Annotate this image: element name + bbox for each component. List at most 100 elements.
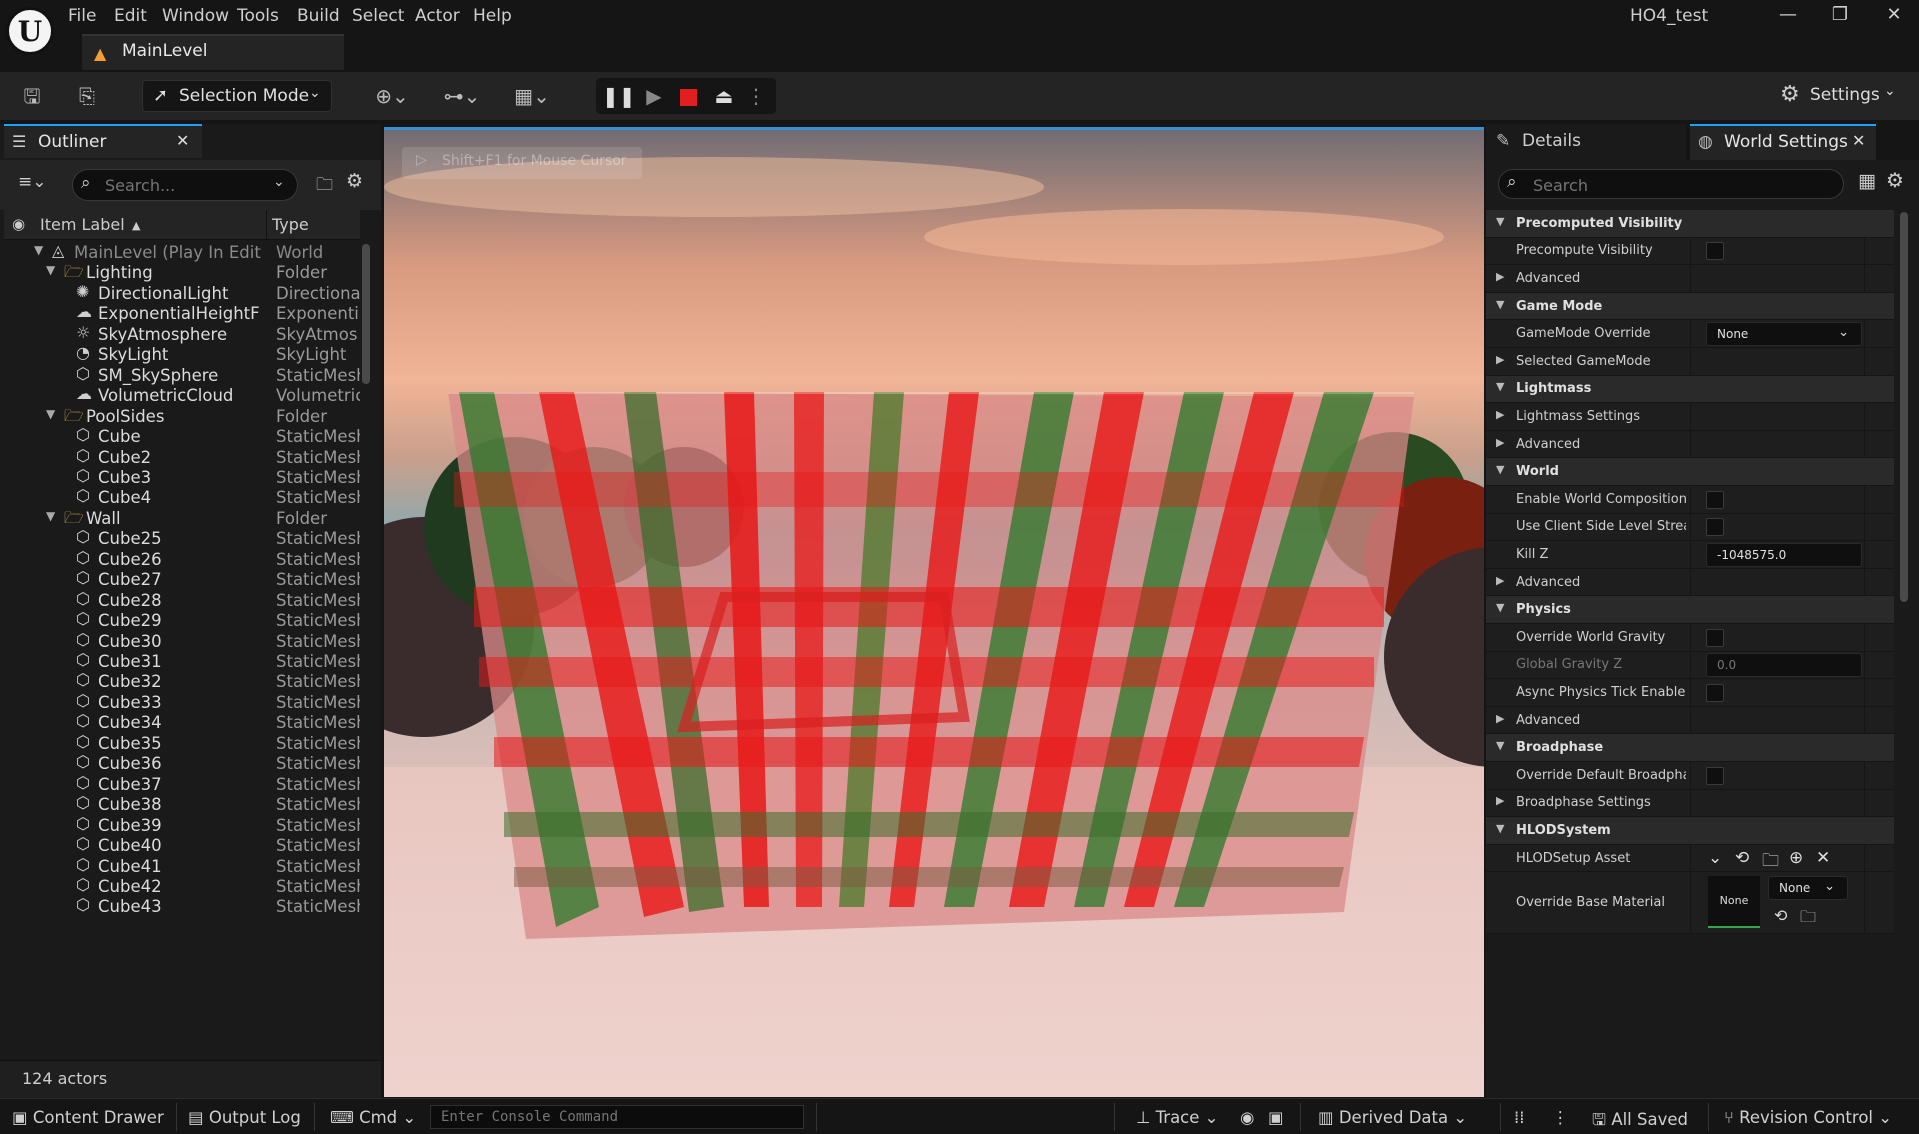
more-options-icon[interactable]: ⋮ xyxy=(740,82,772,110)
close-icon[interactable]: ✕ xyxy=(1852,131,1865,150)
tab-details[interactable]: ✎ Details xyxy=(1486,124,1686,160)
record-icon[interactable]: ◉ xyxy=(1240,1108,1254,1127)
material-dropdown[interactable]: None ⌄ xyxy=(1768,876,1848,901)
outliner-tab[interactable]: ☰ Outliner ✕ xyxy=(4,124,202,158)
sub-category-row[interactable]: ▶ Advanced xyxy=(1486,265,1894,293)
menu-build[interactable]: Build xyxy=(297,4,340,28)
category-header[interactable]: ▼ Lightmass xyxy=(1486,375,1894,404)
browse-content-icon[interactable]: ⎘ xyxy=(72,82,102,110)
sub-category-row[interactable]: ▶ Broadphase Settings xyxy=(1486,789,1894,818)
column-item-label[interactable]: Item Label xyxy=(40,215,125,234)
blueprint-icon[interactable]: ⊶⌄ xyxy=(438,82,486,110)
property-value-field[interactable]: -1048575.0 xyxy=(1706,542,1862,567)
sub-category-row[interactable]: ▶ Advanced xyxy=(1486,706,1894,735)
category-header[interactable]: ▼ Precomputed Visibility xyxy=(1486,210,1894,238)
level-viewport[interactable]: ▷ Shift+F1 for Mouse Cursor xyxy=(384,127,1484,1097)
add-folder-icon[interactable]: 🗀 xyxy=(316,172,333,201)
sub-category-row[interactable]: ▶ Advanced xyxy=(1486,430,1894,459)
expand-arrow-icon[interactable]: ▼ xyxy=(34,243,43,257)
sub-category-row[interactable]: ▶ Selected GameMode xyxy=(1486,348,1894,376)
property-checkbox[interactable] xyxy=(1706,683,1724,702)
column-divider[interactable] xyxy=(266,210,267,240)
tab-world-settings[interactable]: ◍ World Settings ✕ xyxy=(1690,124,1876,160)
menu-tools[interactable]: Tools xyxy=(237,4,279,28)
expand-arrow-icon[interactable]: ▶ xyxy=(1496,574,1504,587)
material-thumbnail[interactable]: None xyxy=(1708,876,1760,929)
gear-icon[interactable]: ⚙ xyxy=(1886,168,1904,192)
expand-arrow-icon[interactable]: ▶ xyxy=(1496,408,1504,421)
add-actor-icon[interactable]: ⊕⌄ xyxy=(368,82,416,110)
outliner-row[interactable]: ⬡ Cube43 StaticMesh xyxy=(4,895,360,920)
derived-data-dropdown[interactable]: ▥ Derived Data ⌄ xyxy=(1318,1108,1467,1127)
filter-icon[interactable]: ≡⌄ xyxy=(18,172,47,192)
level-tab[interactable]: ▲ MainLevel xyxy=(82,34,344,70)
chevron-down-icon[interactable]: ⌄ xyxy=(273,174,285,190)
category-header[interactable]: ▼ Game Mode xyxy=(1486,292,1894,321)
close-window-button[interactable]: ✕ xyxy=(1869,0,1919,30)
gear-icon[interactable]: ⚙ xyxy=(346,170,363,192)
property-checkbox[interactable] xyxy=(1706,628,1724,647)
step-button[interactable]: ▶ xyxy=(638,82,670,110)
use-selected-icon[interactable]: ⟲ xyxy=(1774,906,1787,925)
expand-arrow-icon[interactable]: ▶ xyxy=(1496,353,1504,366)
clear-icon[interactable]: ✕ xyxy=(1816,848,1830,868)
collapse-arrow-icon[interactable]: ▼ xyxy=(1496,463,1504,476)
collapse-arrow-icon[interactable]: ▼ xyxy=(1496,739,1504,752)
browse-asset-icon[interactable]: 🗀 xyxy=(1800,906,1816,933)
expand-arrow-icon[interactable]: ▶ xyxy=(1496,794,1504,807)
menu-edit[interactable]: Edit xyxy=(114,4,147,28)
details-search-input[interactable] xyxy=(1533,174,1813,196)
expand-arrow-icon[interactable]: ▼ xyxy=(46,509,55,523)
cinematics-icon[interactable]: ▦⌄ xyxy=(508,82,556,110)
collapse-arrow-icon[interactable]: ▼ xyxy=(1496,215,1504,228)
cmd-dropdown[interactable]: ⌨ Cmd ⌄ xyxy=(330,1108,416,1127)
category-header[interactable]: ▼ Broadphase xyxy=(1486,734,1894,762)
property-checkbox[interactable] xyxy=(1706,766,1724,785)
minimize-button[interactable]: — xyxy=(1763,0,1813,30)
collapse-arrow-icon[interactable]: ▼ xyxy=(1496,822,1504,835)
property-checkbox[interactable] xyxy=(1706,242,1724,261)
use-selected-icon[interactable]: ⟲ xyxy=(1735,848,1749,868)
stop-button[interactable] xyxy=(672,82,704,110)
network-icon[interactable]: ⁞⁞ xyxy=(1514,1108,1525,1127)
add-icon[interactable]: ⊕ xyxy=(1789,848,1803,868)
all-saved-button[interactable]: 🖫 All Saved xyxy=(1592,1108,1688,1134)
selection-mode-dropdown[interactable]: ➚ Selection Mode ⌄ xyxy=(142,80,332,112)
visibility-eye-icon[interactable]: ◉ xyxy=(12,215,25,233)
menu-actor[interactable]: Actor xyxy=(415,4,460,28)
trace-dropdown[interactable]: ⊥ Trace ⌄ xyxy=(1136,1108,1218,1127)
revision-control-dropdown[interactable]: ⑂ Revision Control ⌄ xyxy=(1724,1108,1892,1127)
category-header[interactable]: ▼ HLODSystem xyxy=(1486,817,1894,845)
menu-help[interactable]: Help xyxy=(473,4,512,28)
outliner-scrollbar[interactable] xyxy=(362,244,370,384)
pause-button[interactable]: ❚❚ xyxy=(602,82,636,110)
column-type[interactable]: Type xyxy=(272,215,309,234)
collapse-arrow-icon[interactable]: ▼ xyxy=(1496,601,1504,614)
property-dropdown[interactable]: None ⌄ xyxy=(1706,322,1862,347)
expand-arrow-icon[interactable]: ▶ xyxy=(1496,270,1504,283)
details-scrollbar[interactable] xyxy=(1900,212,1908,602)
menu-window[interactable]: Window xyxy=(162,4,229,28)
property-value-field[interactable]: 0.0 xyxy=(1706,653,1862,678)
console-command-input[interactable] xyxy=(441,1108,791,1126)
collapse-arrow-icon[interactable]: ▼ xyxy=(1496,380,1504,393)
expand-arrow-icon[interactable]: ▼ xyxy=(46,407,55,421)
sub-category-row[interactable]: ▶ Lightmass Settings xyxy=(1486,403,1894,431)
sub-category-row[interactable]: ▶ Advanced xyxy=(1486,568,1894,597)
output-log-button[interactable]: ▤ Output Log xyxy=(188,1108,301,1127)
save-icon[interactable]: 🖫 xyxy=(17,82,47,110)
menu-file[interactable]: File xyxy=(68,4,96,28)
category-header[interactable]: ▼ World xyxy=(1486,458,1894,486)
close-icon[interactable]: ✕ xyxy=(176,131,189,150)
more-options-icon[interactable]: ⋮ xyxy=(1552,1108,1569,1127)
outliner-search-input[interactable] xyxy=(105,174,255,196)
property-checkbox[interactable] xyxy=(1706,490,1724,509)
category-header[interactable]: ▼ Physics xyxy=(1486,596,1894,624)
collapse-arrow-icon[interactable]: ▼ xyxy=(1496,298,1504,311)
expand-arrow-icon[interactable]: ▶ xyxy=(1496,436,1504,449)
expand-arrow-icon[interactable]: ▼ xyxy=(46,263,55,277)
eject-button[interactable]: ⏏ xyxy=(708,82,740,110)
expand-arrow-icon[interactable]: ▶ xyxy=(1496,712,1504,725)
menu-select[interactable]: Select xyxy=(352,4,404,28)
content-drawer-button[interactable]: ▣ Content Drawer xyxy=(12,1108,164,1127)
